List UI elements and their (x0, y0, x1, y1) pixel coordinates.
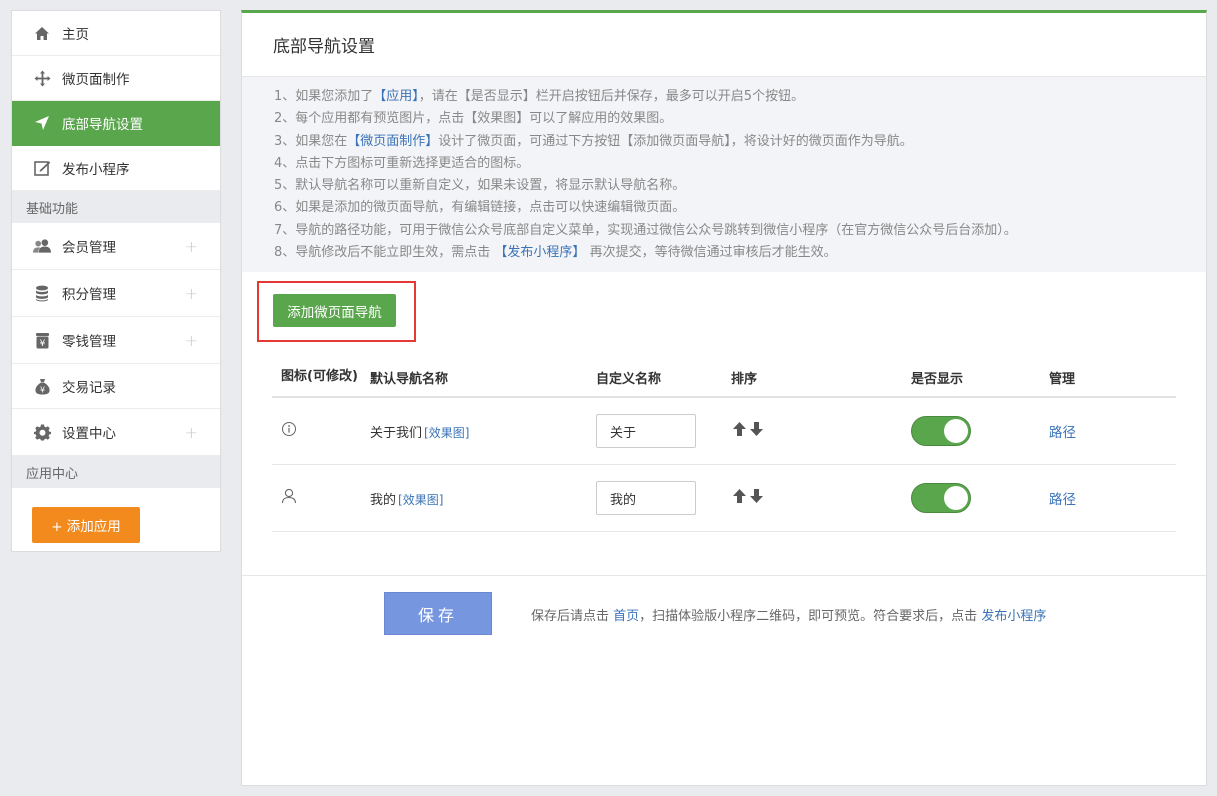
database-icon (33, 284, 51, 302)
publish-link[interactable]: 【发布小程序】 (494, 245, 585, 260)
main-panel: 底部导航设置 1、如果您添加了【应用】，请在【是否显示】栏开启按钮后并保存，最多… (241, 10, 1207, 786)
svg-text:¥: ¥ (39, 339, 45, 349)
note-line: 4、点击下方图标可重新选择更适合的图标。 (274, 155, 530, 171)
page-title: 底部导航设置 (242, 13, 1206, 77)
sidebar: 主页 微页面制作 底部导航设置 发布小程序 基础功能 会员管理 + 积分管理 + (11, 10, 221, 552)
app-link[interactable]: 【应用】 (373, 89, 419, 104)
note-line: 5、默认导航名称可以重新自定义，如果未设置，将显示默认导航名称。 (274, 178, 686, 194)
sidebar-item-points[interactable]: 积分管理 + (12, 270, 220, 317)
path-link[interactable]: 路径 (1049, 492, 1076, 508)
custom-name-input[interactable] (596, 414, 696, 448)
sidebar-item-home[interactable]: 主页 (12, 11, 220, 56)
header-default-name: 默认导航名称 (370, 372, 449, 387)
sidebar-item-publish[interactable]: 发布小程序 (12, 146, 220, 191)
yen-jar-icon: ¥ (33, 331, 51, 349)
sidebar-item-bottom-nav[interactable]: 底部导航设置 (12, 101, 220, 146)
sidebar-item-transactions[interactable]: ¥ 交易记录 (12, 364, 220, 409)
home-link[interactable]: 首页 (613, 609, 639, 624)
sidebar-item-members[interactable]: 会员管理 + (12, 223, 220, 270)
arrow-up-icon[interactable] (732, 421, 747, 441)
micro-page-link[interactable]: 【微页面制作】 (347, 134, 438, 149)
sidebar-item-label: 设置中心 (62, 426, 116, 442)
effect-preview-link[interactable]: [效果图] (398, 493, 443, 507)
info-circle-icon[interactable] (281, 422, 297, 441)
sidebar-item-label: 会员管理 (62, 240, 116, 256)
arrow-down-icon[interactable] (749, 488, 764, 508)
note-line: 3、如果您在【微页面制作】设计了微页面，可通过下方按钮【添加微页面导航】，将设计… (274, 133, 913, 149)
nav-name: 我的 (370, 492, 397, 508)
nav-table: 图标(可修改) 默认导航名称 自定义名称 排序 是否显示 管理 关于我们 [效果图… (272, 350, 1176, 532)
sidebar-item-label: 零钱管理 (62, 334, 116, 350)
sidebar-item-micro-page[interactable]: 微页面制作 (12, 56, 220, 101)
show-toggle[interactable] (911, 416, 971, 446)
header-sort: 排序 (731, 372, 758, 387)
toggle-knob (944, 486, 968, 510)
arrow-down-icon[interactable] (749, 421, 764, 441)
sidebar-item-wallet[interactable]: ¥ 零钱管理 + (12, 317, 220, 364)
note-line: 7、导航的路径功能，可用于微信公众号底部自定义菜单，实现通过微信公众号跳转到微信… (274, 222, 1017, 238)
path-link[interactable]: 路径 (1049, 425, 1076, 441)
add-micro-page-nav-button[interactable]: 添加微页面导航 (273, 294, 396, 328)
sidebar-item-settings[interactable]: 设置中心 + (12, 409, 220, 456)
header-custom-name: 自定义名称 (596, 372, 662, 387)
sidebar-item-label: 底部导航设置 (62, 117, 143, 133)
sort-controls (732, 488, 911, 508)
expand-plus-icon[interactable]: + (185, 237, 198, 256)
header-manage: 管理 (1049, 372, 1076, 387)
navigation-arrow-icon (33, 114, 51, 132)
gear-icon (33, 423, 51, 441)
nav-name: 关于我们 (370, 425, 423, 441)
add-app-area: + 添加应用 (12, 488, 220, 543)
edit-icon (33, 159, 51, 177)
arrow-up-icon[interactable] (732, 488, 747, 508)
publish-miniprogram-link[interactable]: 发布小程序 (981, 609, 1046, 624)
move-icon (33, 69, 51, 87)
expand-plus-icon[interactable]: + (185, 331, 198, 350)
money-bag-icon: ¥ (33, 377, 51, 395)
section-app-center: 应用中心 (12, 456, 220, 488)
toggle-knob (944, 419, 968, 443)
note-line: 8、导航修改后不能立即生效，需点击 【发布小程序】 再次提交，等待微信通过审核后… (274, 245, 837, 261)
sidebar-item-label: 发布小程序 (62, 162, 130, 178)
header-show: 是否显示 (911, 372, 964, 387)
expand-plus-icon[interactable]: + (185, 423, 198, 442)
note-line: 2、每个应用都有预览图片，点击【效果图】可以了解应用的效果图。 (274, 111, 673, 127)
custom-name-input[interactable] (596, 481, 696, 515)
expand-plus-icon[interactable]: + (185, 284, 198, 303)
add-app-button[interactable]: + 添加应用 (32, 507, 140, 543)
effect-preview-link[interactable]: [效果图] (424, 426, 469, 440)
home-icon (33, 24, 51, 42)
table-row: 我的[效果图] 路径 (272, 465, 1176, 532)
sidebar-item-label: 积分管理 (62, 287, 116, 303)
show-toggle[interactable] (911, 483, 971, 513)
section-basic-features: 基础功能 (12, 191, 220, 223)
sidebar-item-label: 微页面制作 (62, 72, 130, 88)
users-icon (33, 237, 51, 255)
add-nav-area: 添加微页面导航 (242, 272, 1206, 352)
note-line: 6、如果是添加的微页面导航，有编辑链接，点击可以快速编辑微页面。 (274, 200, 686, 216)
user-icon[interactable] (281, 488, 297, 508)
footer-tip: 保存后请点击 首页，扫描体验版小程序二维码，即可预览。符合要求后，点击 发布小程… (531, 609, 1047, 624)
sort-controls (732, 421, 911, 441)
instructions-notes: 1、如果您添加了【应用】，请在【是否显示】栏开启按钮后并保存，最多可以开启5个按… (242, 77, 1206, 273)
save-button[interactable]: 保存 (384, 592, 492, 635)
svg-text:¥: ¥ (39, 385, 44, 394)
sidebar-item-label: 主页 (62, 27, 89, 43)
header-icon: 图标(可修改) (281, 369, 358, 384)
table-row: 关于我们[效果图] 路径 (272, 398, 1176, 465)
table-header: 图标(可修改) 默认导航名称 自定义名称 排序 是否显示 管理 (272, 350, 1176, 398)
sidebar-item-label: 交易记录 (62, 380, 116, 396)
note-line: 1、如果您添加了【应用】，请在【是否显示】栏开启按钮后并保存，最多可以开启5个按… (274, 89, 805, 104)
footer-bar: 保存 保存后请点击 首页，扫描体验版小程序二维码，即可预览。符合要求后，点击 发… (242, 575, 1206, 635)
